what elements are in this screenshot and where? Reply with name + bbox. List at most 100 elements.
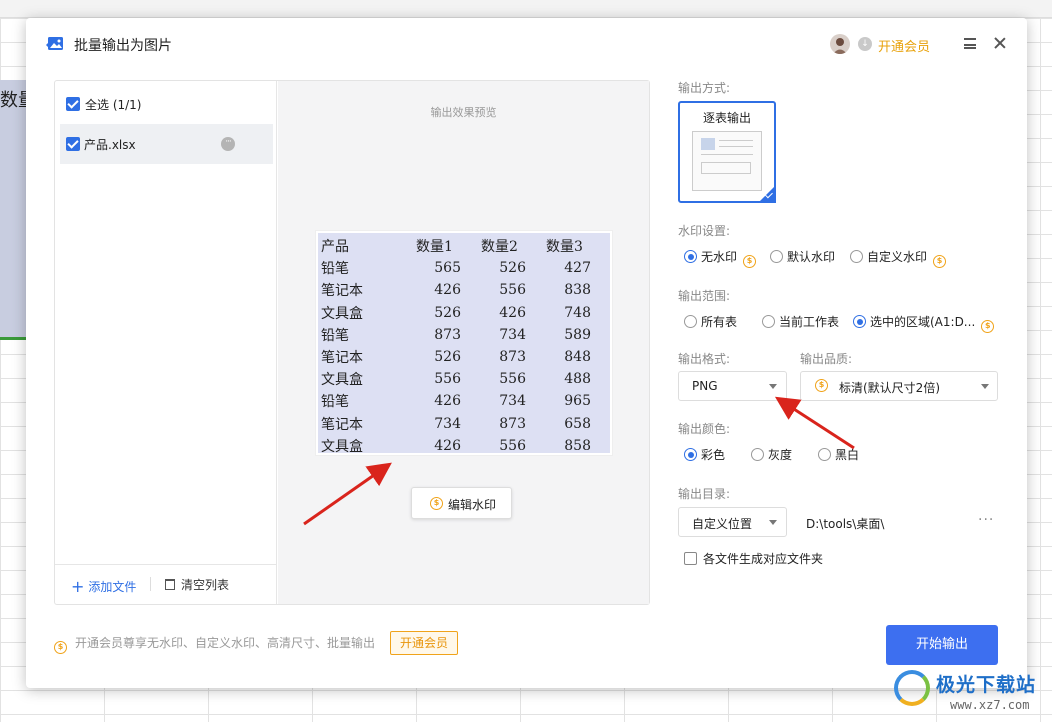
list-item[interactable]: 产品.xlsx ··· bbox=[60, 124, 273, 164]
radio-current-sheet[interactable]: 当前工作表 bbox=[762, 313, 839, 330]
table-cell: 848 bbox=[564, 349, 591, 366]
add-file-button[interactable]: + 添加文件 bbox=[71, 576, 136, 596]
vip-button[interactable]: 开通会员 bbox=[390, 631, 458, 655]
table-cell: 526 bbox=[499, 260, 526, 277]
more-icon[interactable]: ··· bbox=[221, 137, 235, 151]
preview-image: 产品 数量1 数量2 数量3 铅笔 565 526 427 笔记本 426 556 838 文具盒 526… bbox=[316, 231, 612, 455]
divider bbox=[150, 577, 151, 591]
radio-label: 选中的区域(A1:D... bbox=[870, 315, 976, 329]
site-title: 极光下载站 bbox=[936, 674, 1037, 696]
table-cell: 734 bbox=[434, 415, 461, 432]
trash-icon bbox=[165, 579, 175, 590]
radio-label: 当前工作表 bbox=[779, 315, 840, 329]
vip-coin-icon: $ bbox=[981, 320, 995, 333]
table-cell: 556 bbox=[499, 282, 526, 299]
select-all-label[interactable]: 全选 (1/1) bbox=[85, 96, 142, 113]
table-row: 铅笔 565 526 427 bbox=[320, 257, 595, 279]
format-select[interactable]: PNG bbox=[678, 371, 787, 401]
clear-list-label: 清空列表 bbox=[181, 578, 230, 592]
table-cell: 526 bbox=[434, 304, 461, 321]
table-cell: 笔记本 bbox=[321, 283, 363, 300]
export-images-dialog: 批量输出为图片 ↓ 开通会员 全选 (1/1) 产品.xlsx ··· + 添加文… bbox=[26, 18, 1027, 688]
table-cell: 838 bbox=[564, 282, 591, 299]
subfolder-checkbox[interactable]: 各文件生成对应文件夹 bbox=[684, 550, 823, 567]
table-cell: 734 bbox=[499, 326, 526, 343]
table-row: 笔记本 734 873 658 bbox=[320, 413, 595, 435]
clear-list-button[interactable]: 清空列表 bbox=[165, 576, 229, 593]
radio-color[interactable]: 彩色 bbox=[684, 446, 725, 463]
dir-mode-select[interactable]: 自定义位置 bbox=[678, 507, 787, 537]
preview-title: 输出效果预览 bbox=[430, 106, 497, 119]
site-url: www.xz7.com bbox=[950, 698, 1030, 712]
chevron-down-icon bbox=[981, 384, 989, 389]
table-row: 铅笔 873 734 589 bbox=[320, 324, 595, 346]
radio-label: 无水印 bbox=[701, 250, 738, 264]
subfolder-label: 各文件生成对应文件夹 bbox=[703, 552, 824, 566]
radio-label: 所有表 bbox=[701, 315, 738, 329]
file-list-footer: + 添加文件 清空列表 bbox=[55, 564, 276, 604]
edit-watermark-label: 编辑水印 bbox=[448, 498, 497, 512]
table-cell: 556 bbox=[499, 437, 526, 454]
image-export-icon bbox=[46, 37, 63, 50]
table-cell: 589 bbox=[564, 326, 591, 343]
radio-label: 自定义水印 bbox=[867, 250, 928, 264]
table-row: 笔记本 526 873 848 bbox=[320, 346, 595, 368]
table-cell: 556 bbox=[434, 371, 461, 388]
table-row: 文具盒 526 426 748 bbox=[320, 302, 595, 324]
table-header-cell: 数量3 bbox=[546, 239, 583, 256]
table-cell: 笔记本 bbox=[321, 350, 363, 367]
site-logo-icon bbox=[894, 670, 930, 706]
dialog-header: 批量输出为图片 ↓ 开通会员 bbox=[26, 18, 1027, 70]
start-output-button[interactable]: 开始输出 bbox=[886, 625, 998, 665]
table-cell: 965 bbox=[564, 393, 591, 410]
file-list: 全选 (1/1) 产品.xlsx ··· + 添加文件 清空列表 bbox=[55, 81, 277, 604]
vip-download-icon: ↓ bbox=[858, 37, 872, 51]
footer-note-text: 开通会员尊享无水印、自定义水印、高清尺寸、批量输出 bbox=[75, 636, 376, 650]
selected-column bbox=[0, 80, 26, 340]
plus-icon: + bbox=[71, 577, 85, 596]
spreadsheet-toolbar bbox=[0, 0, 1052, 18]
table-cell: 426 bbox=[434, 282, 461, 299]
vip-coin-icon: $ bbox=[54, 641, 67, 654]
table-cell: 笔记本 bbox=[321, 416, 363, 433]
user-avatar-icon bbox=[833, 38, 847, 54]
menu-icon[interactable] bbox=[964, 38, 976, 49]
output-path: D:\tools\桌面\ bbox=[806, 517, 885, 531]
edit-watermark-button[interactable]: $ 编辑水印 bbox=[411, 487, 512, 519]
avatar[interactable] bbox=[830, 34, 850, 54]
table-cell: 427 bbox=[564, 260, 591, 277]
close-icon[interactable] bbox=[992, 35, 1008, 51]
browse-dots-icon[interactable]: ··· bbox=[978, 512, 994, 528]
file-checkbox[interactable] bbox=[66, 137, 80, 151]
radio-black-white[interactable]: 黑白 bbox=[818, 446, 859, 463]
table-cell: 488 bbox=[564, 371, 591, 388]
site-watermark: 极光下载站 www.xz7.com bbox=[890, 664, 1052, 722]
radio-default-watermark[interactable]: 默认水印 bbox=[770, 248, 835, 265]
table-cell: 858 bbox=[564, 437, 591, 454]
radio-custom-watermark[interactable]: 自定义水印 $ bbox=[850, 248, 947, 268]
vip-link[interactable]: 开通会员 bbox=[878, 36, 930, 55]
checkbox[interactable] bbox=[684, 552, 697, 565]
radio-all-sheets[interactable]: 所有表 bbox=[684, 313, 737, 330]
table-header-row: 产品 数量1 数量2 数量3 bbox=[320, 235, 595, 257]
radio-selected-range[interactable]: 选中的区域(A1:D... $ bbox=[853, 313, 995, 333]
select-all-checkbox[interactable] bbox=[66, 97, 80, 111]
radio-label: 默认水印 bbox=[787, 250, 836, 264]
radio-no-watermark[interactable]: 无水印 $ bbox=[684, 248, 757, 268]
table-cell: 426 bbox=[434, 393, 461, 410]
radio-grayscale[interactable]: 灰度 bbox=[751, 446, 792, 463]
table-header-cell: 数量2 bbox=[481, 239, 518, 256]
table-cell: 文具盒 bbox=[321, 372, 363, 389]
chevron-down-icon bbox=[769, 520, 777, 525]
table-cell: 526 bbox=[434, 349, 461, 366]
table-row: 铅笔 426 734 965 bbox=[320, 390, 595, 412]
table-cell: 565 bbox=[434, 260, 461, 277]
format-label: 输出格式: bbox=[678, 352, 731, 366]
range-label: 输出范围: bbox=[678, 289, 731, 303]
chevron-down-icon bbox=[769, 384, 777, 389]
color-label: 输出颜色: bbox=[678, 422, 731, 436]
quality-select[interactable]: $ 标清(默认尺寸2倍) bbox=[800, 371, 998, 401]
output-mode-card[interactable]: 逐表输出 bbox=[678, 101, 776, 203]
table-cell: 铅笔 bbox=[321, 261, 349, 278]
quality-label: 输出品质: bbox=[800, 352, 853, 366]
